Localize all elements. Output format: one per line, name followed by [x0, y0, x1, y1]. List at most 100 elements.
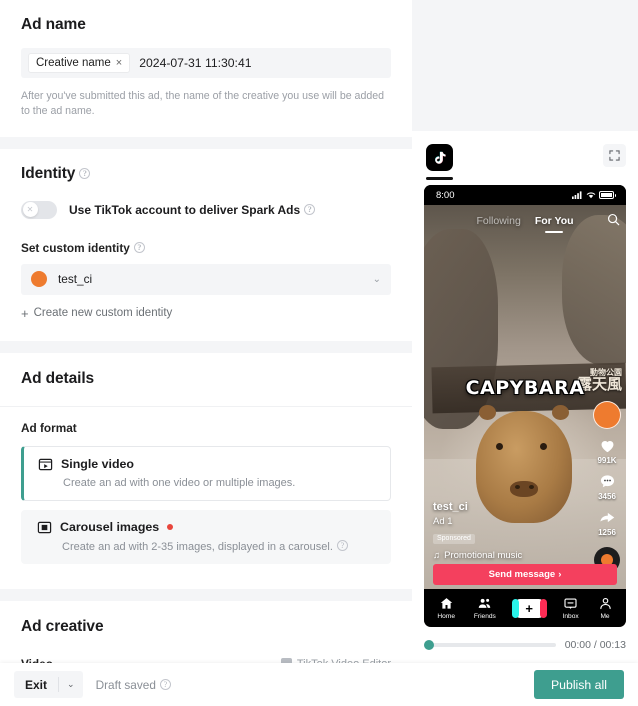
ad-name-title: Ad name [21, 16, 86, 33]
tiktok-note-icon [434, 151, 446, 164]
preview-header [412, 131, 638, 180]
single-video-icon [38, 458, 53, 470]
create-custom-identity-label: Create new custom identity [33, 307, 173, 320]
comment-button[interactable]: 3456 [598, 472, 617, 501]
chevron-right-icon: › [558, 569, 562, 580]
capybara-nostril-right [529, 485, 534, 489]
video-preview-area[interactable]: 動物公園 露天風 CAPYBARA Following For You 991K… [424, 205, 626, 627]
chevron-down-icon[interactable]: ⌄ [59, 679, 83, 690]
preview-music-label: Promotional music [444, 550, 523, 561]
section-divider [0, 136, 412, 149]
video-timestamp: 00:00 / 00:13 [564, 639, 626, 651]
video-progress-slider[interactable] [424, 640, 556, 650]
section-divider [0, 340, 412, 353]
nav-item-inbox[interactable]: Inbox [563, 596, 579, 620]
capybara-nostril-left [515, 485, 520, 489]
progress-handle[interactable] [424, 640, 434, 650]
capybara-nose [510, 481, 538, 497]
home-icon [440, 598, 452, 609]
draft-status-label: Draft saved [95, 677, 156, 692]
ad-format-label: Ad format [21, 420, 77, 435]
spark-ads-toggle[interactable]: ✕ [21, 200, 57, 219]
fullscreen-icon[interactable] [603, 144, 626, 167]
like-button[interactable]: 991K [597, 436, 617, 465]
nav-label-me: Me [600, 613, 610, 620]
help-icon[interactable]: ? [336, 539, 348, 551]
create-custom-identity-link[interactable]: + Create new custom identity [21, 306, 391, 321]
preview-username[interactable]: test_ci [433, 501, 568, 513]
exit-label: Exit [25, 677, 48, 692]
nav-item-friends[interactable]: Friends [474, 596, 496, 620]
plus-icon: + [21, 305, 29, 321]
ad-creative-section: Ad creative Video TikTok Video Editor ti… [0, 600, 412, 663]
plus-glyph: + [525, 600, 533, 616]
custom-identity-select[interactable]: test_ci ⌄ [21, 263, 391, 295]
identity-title-text: Identity [21, 164, 76, 182]
ad-format-description: Create an ad with one video or multiple … [63, 476, 296, 489]
ad-format-description: Create an ad with 2-35 images, displayed… [62, 539, 379, 553]
close-icon[interactable]: × [116, 57, 122, 69]
capybara-eye-left [496, 443, 503, 450]
chevron-down-icon[interactable]: ⌄ [373, 274, 381, 285]
help-icon[interactable]: ? [79, 167, 91, 179]
identity-title: Identity? [21, 165, 391, 183]
music-note-icon: ♫ [433, 550, 441, 561]
wifi-icon [586, 192, 596, 199]
share-button[interactable]: 1256 [598, 508, 617, 537]
ad-name-hint: After you've submitted this ad, the name… [21, 90, 385, 117]
creator-avatar[interactable] [593, 401, 621, 429]
tab-for-you[interactable]: For You [535, 215, 574, 227]
profile-icon [599, 597, 611, 610]
comment-count: 3456 [598, 492, 616, 501]
custom-identity-value: test_ci [58, 272, 93, 287]
ad-format-head: Single video [38, 457, 378, 472]
ad-format-option-single-video[interactable]: Single video Create an ad with one video… [21, 445, 391, 501]
nav-item-home[interactable]: Home [437, 596, 455, 620]
signal-icon [572, 191, 582, 199]
status-time: 8:00 [436, 189, 455, 201]
ad-details-title: Ad details [21, 369, 95, 387]
plus-icon: + [511, 598, 547, 618]
spark-ads-toggle-label: Use TikTok account to deliver Spark Ads? [69, 203, 316, 217]
ad-format-option-carousel-images[interactable]: Carousel images Create an ad with 2-35 i… [21, 509, 391, 564]
creative-name-chip[interactable]: Creative name × [29, 54, 130, 72]
active-tab-underline [426, 177, 453, 180]
publish-all-button[interactable]: Publish all [533, 670, 624, 699]
interaction-rail: 991K 3456 1256 [593, 401, 621, 573]
capybara-ear-left [479, 405, 496, 420]
rock-right [562, 215, 626, 365]
avatar [31, 271, 47, 288]
ad-format-name: Single video [61, 457, 134, 472]
help-icon[interactable]: ? [133, 241, 145, 253]
sponsored-badge: Sponsored [433, 533, 475, 544]
ad-name-section: Ad name Creative name × 2024-07-31 11:30… [0, 0, 412, 137]
heart-icon [601, 440, 613, 453]
identity-section: Identity? ✕ Use TikTok account to delive… [0, 148, 412, 341]
expand-glyph [609, 150, 620, 161]
custom-identity-label: Set custom identity? [21, 241, 391, 255]
help-icon[interactable]: ? [159, 679, 171, 690]
phone-preview: 8:00 動物公園 露天風 CAPYBARA Following For You… [424, 185, 626, 627]
tiktok-logo-icon [426, 144, 453, 171]
nav-item-me[interactable]: Me [598, 596, 613, 620]
ad-format-head: Carousel images [37, 520, 379, 535]
nav-label-inbox: Inbox [562, 613, 579, 620]
ad-name-value: 2024-07-31 11:30:41 [139, 56, 252, 70]
nav-item-create[interactable]: + [511, 598, 547, 618]
like-count: 991K [597, 456, 617, 465]
ad-name-input[interactable]: Creative name × 2024-07-31 11:30:41 [21, 48, 391, 78]
capybara-ear-right [552, 405, 569, 420]
tiktok-preview-tab[interactable] [426, 144, 453, 180]
status-indicators [572, 191, 616, 199]
tab-following[interactable]: Following [476, 215, 520, 227]
ad-info-overlay: test_ci Ad 1 Sponsored ♫ Promotional mus… [433, 501, 568, 561]
help-icon[interactable]: ? [304, 203, 316, 215]
search-icon[interactable] [607, 213, 620, 231]
carousel-images-icon [37, 521, 52, 533]
cta-label: Send message [488, 569, 556, 580]
custom-identity-label-text: Set custom identity [21, 240, 130, 255]
cta-button[interactable]: Send message › [433, 564, 617, 585]
friends-icon [479, 598, 491, 608]
exit-button[interactable]: Exit ⌄ [14, 671, 83, 698]
footer-action-bar: Exit ⌄ Draft saved? Publish all [0, 663, 638, 706]
